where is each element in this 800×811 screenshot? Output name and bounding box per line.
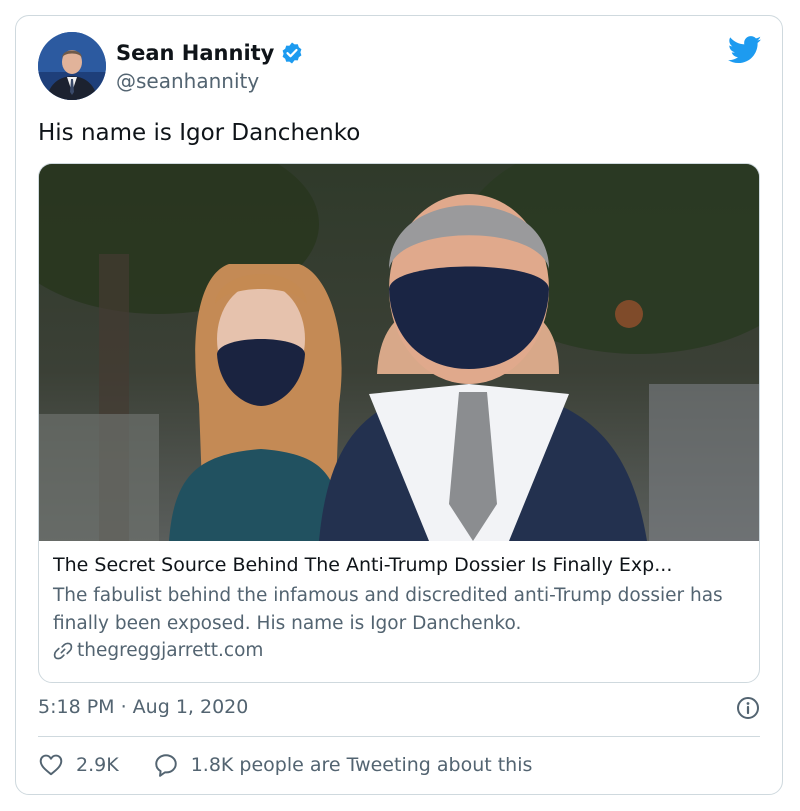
link-preview-domain-row[interactable]: thegreggjarrett.com [53, 640, 745, 661]
tweeting-about-count: 1.8K people are Tweeting about this [190, 754, 533, 776]
info-icon[interactable] [736, 696, 760, 720]
divider [38, 736, 760, 737]
link-preview-title[interactable]: The Secret Source Behind The Anti-Trump … [53, 554, 745, 576]
tweet-timestamp[interactable]: 5:18 PM · Aug 1, 2020 [38, 696, 248, 718]
like-count: 2.9K [76, 754, 119, 776]
verified-badge-icon [282, 42, 302, 64]
speech-bubble-icon [154, 754, 177, 777]
tweet-card: Sean Hannity @seanhannity His name is Ig… [15, 15, 783, 795]
twitter-bird-icon[interactable] [728, 36, 762, 64]
article-photo [39, 164, 759, 541]
author-name-row: Sean Hannity [116, 41, 304, 65]
tweet-text: His name is Igor Danchenko [38, 120, 361, 146]
like-button[interactable]: 2.9K [38, 752, 119, 778]
avatar-image [38, 32, 106, 100]
link-preview-domain: thegreggjarrett.com [77, 640, 264, 661]
tweeting-about-link[interactable]: 1.8K people are Tweeting about this [153, 752, 533, 778]
avatar[interactable] [38, 32, 106, 100]
author-handle[interactable]: @seanhannity [116, 69, 259, 93]
link-preview-description: The fabulist behind the infamous and dis… [53, 585, 723, 634]
author-display-name[interactable]: Sean Hannity [116, 41, 274, 65]
link-preview-image[interactable] [39, 164, 759, 541]
link-preview-card[interactable]: The Secret Source Behind The Anti-Trump … [38, 163, 760, 683]
heart-icon [39, 754, 63, 776]
link-icon [53, 642, 73, 659]
link-preview-meta: The Secret Source Behind The Anti-Trump … [53, 554, 745, 661]
tweet-actions: 2.9K 1.8K people are Tweeting about this [38, 752, 532, 778]
